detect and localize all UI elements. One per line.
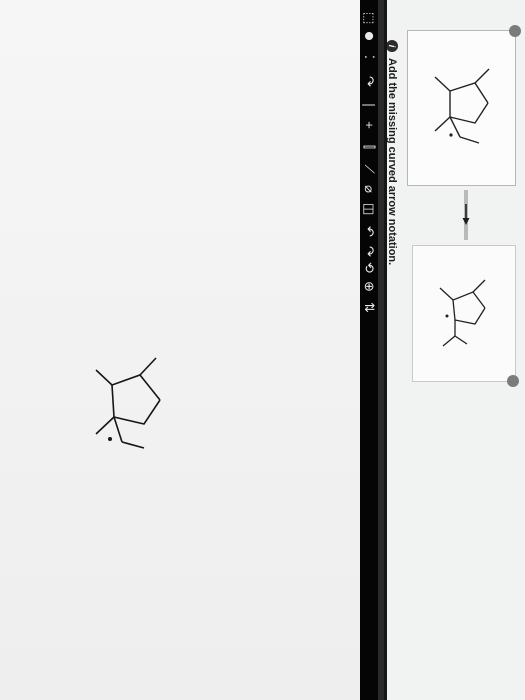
single-bond-tool-icon[interactable]: ∣ — [361, 100, 377, 110]
ring-tool-icon[interactable]: ◫ — [361, 203, 377, 215]
plus-tool-icon[interactable]: + — [361, 120, 377, 130]
charge-tool-icon[interactable]: ⬤ — [361, 31, 377, 41]
zoom-icon[interactable]: ⊕ — [361, 281, 377, 292]
lone-pair-tool-icon[interactable]: ⁚ — [361, 52, 377, 62]
drawing-canvas[interactable] — [0, 0, 360, 700]
info-icon: i — [386, 40, 398, 52]
reset-icon[interactable]: ⟲ — [361, 262, 377, 273]
undo-icon[interactable]: ↶ — [361, 226, 377, 237]
radical-dot — [445, 314, 449, 318]
product-panel — [412, 245, 519, 387]
divider — [384, 0, 387, 700]
instruction-text: Add the missing curved arrow notation. — [386, 58, 398, 266]
instruction-row: i Add the missing curved arrow notation. — [385, 40, 399, 265]
reactant-panel-badge — [509, 25, 521, 37]
radical-dot — [449, 133, 453, 137]
rotated-screen: i Add the missing curved arrow notation.… — [0, 0, 525, 700]
bond-tool-icon[interactable]: ⟋ — [361, 164, 377, 174]
select-tool-icon[interactable]: ⬚ — [361, 12, 377, 24]
product-molecule — [439, 279, 486, 347]
drawing-toolbar: ⬚ ⬤ ⁚ ↷ ∣ + ⫿ ⟋ ⌀ ◫ ↶ ↷ ⟲ ⊕ ⇅ — [360, 0, 378, 700]
curved-arrow-tool-icon[interactable]: ↷ — [361, 76, 377, 87]
reactant-molecule — [434, 68, 490, 144]
product-panel-badge — [507, 375, 519, 387]
question-page: i Add the missing curved arrow notation.… — [0, 0, 525, 700]
settings-icon[interactable]: ⇅ — [361, 302, 377, 313]
editor-frame-edge — [378, 0, 384, 700]
chain-tool-icon[interactable]: ⫿ — [361, 142, 377, 152]
canvas-molecule[interactable] — [60, 330, 180, 470]
radical-dot — [108, 437, 112, 441]
reactant-panel — [407, 25, 521, 186]
eraser-tool-icon[interactable]: ⌀ — [361, 184, 377, 194]
reaction-arrow — [462, 190, 470, 240]
redo-icon[interactable]: ↷ — [361, 246, 377, 257]
